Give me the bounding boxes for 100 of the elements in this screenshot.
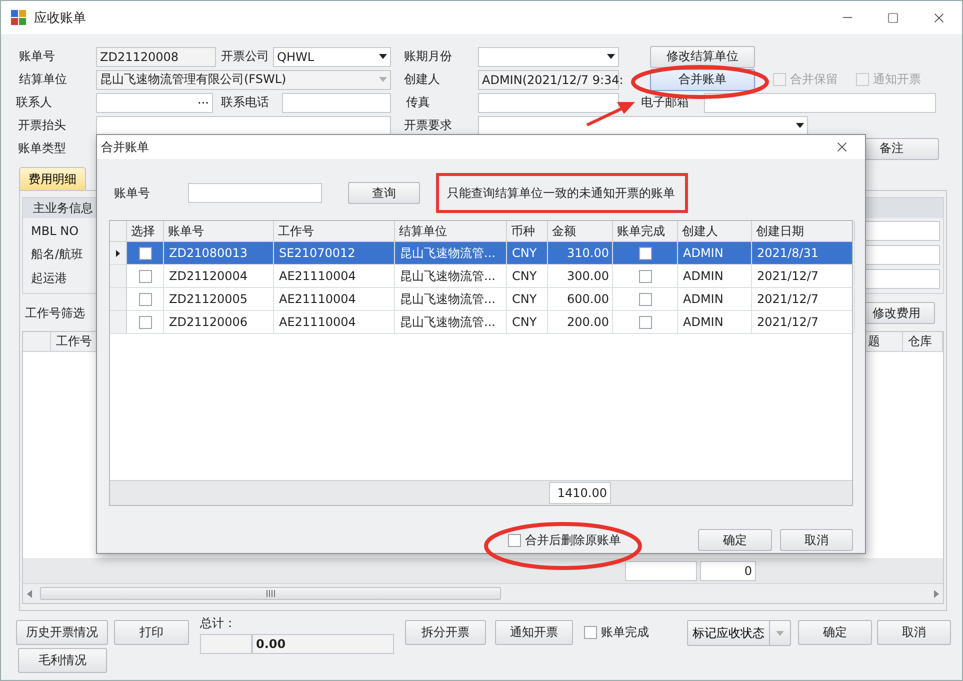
input-field[interactable]	[200, 634, 252, 654]
ok-button[interactable]: 确定	[798, 620, 872, 645]
dropdown-arrow-icon	[776, 630, 784, 636]
column-header: 创建人	[678, 221, 752, 241]
total-field: 1410.00	[549, 482, 611, 504]
table-cell: CNY	[507, 265, 548, 287]
dropdown-arrow-icon	[796, 123, 804, 128]
field-label: 船名/航班	[30, 246, 84, 263]
table-cell: 昆山飞速物流管...	[395, 311, 507, 333]
checkbox[interactable]	[138, 316, 152, 328]
table-cell: 310.00	[548, 242, 613, 264]
scroll-left-icon[interactable]	[27, 590, 32, 598]
field-label: 联系电话	[221, 94, 270, 111]
maximize-icon[interactable]	[887, 12, 899, 24]
mark-status-button[interactable]: 标记应收状态	[688, 621, 770, 645]
input-field[interactable]	[282, 92, 391, 112]
checkbox[interactable]	[638, 246, 652, 260]
column-header: 工作号	[274, 221, 395, 241]
table-row[interactable]: ZD21080013 SE21070012 昆山飞速物流管... CNY 310.00 ADMIN 2021/8/31	[110, 242, 852, 265]
checkbox[interactable]	[638, 270, 652, 282]
input-field[interactable]	[704, 92, 936, 112]
app-icon	[11, 10, 26, 25]
field-label: 开票抬头	[17, 117, 67, 134]
dialog-title: 合并账单	[101, 138, 150, 156]
input-field[interactable]: ···	[96, 92, 213, 112]
table-cell: 200.00	[548, 311, 613, 333]
checkbox[interactable]	[138, 292, 152, 306]
checkbox-label: 账单完成	[601, 624, 649, 641]
window-title: 应收账单	[34, 10, 87, 26]
table-cell: CNY	[507, 242, 548, 264]
query-button[interactable]: 查询	[348, 182, 420, 204]
dropdown-arrow-icon	[379, 77, 387, 82]
dropdown-arrow-icon	[379, 54, 387, 59]
checkbox[interactable]	[508, 534, 521, 546]
table-cell: 2021/12/7	[752, 288, 855, 310]
checkbox[interactable]	[138, 246, 152, 260]
profit-button[interactable]: 毛利情况	[18, 648, 107, 673]
table-row[interactable]: ZD21120006 AE21110004 昆山飞速物流管... CNY 200.00 ADMIN 2021/12/7	[110, 311, 852, 334]
table-cell: 2021/12/7	[752, 265, 855, 287]
dropdown-arrow-icon	[607, 54, 615, 59]
input-field[interactable]: ZD21120008	[96, 46, 216, 66]
checkbox[interactable]	[584, 626, 597, 639]
checkbox-label: 合并保留	[790, 71, 838, 88]
field-label: 联系人	[16, 94, 53, 111]
table-cell: 600.00	[548, 288, 613, 310]
cancel-button[interactable]: 取消	[877, 620, 951, 645]
browse-button[interactable]: ···	[198, 96, 209, 110]
history-button[interactable]: 历史开票情况	[16, 620, 108, 645]
dropdown-field[interactable]	[478, 46, 619, 66]
dropdown-field[interactable]: 昆山飞速物流管理有限公司(FSWL)	[96, 70, 391, 90]
checkbox[interactable]	[138, 270, 152, 282]
table-cell: ADMIN	[678, 265, 752, 287]
checkbox-label: 通知开票	[873, 71, 921, 88]
notify-invoice-button[interactable]: 通知开票	[495, 620, 573, 645]
edit-unit-button[interactable]: 修改结算单位	[650, 46, 755, 68]
table-cell: ADMIN	[678, 242, 752, 264]
table-cell: ZD21080013	[164, 242, 274, 264]
table-cell: ADMIN	[678, 288, 752, 310]
column-header: 金额	[548, 221, 613, 241]
dropdown-field[interactable]	[478, 116, 808, 136]
search-field[interactable]	[188, 183, 322, 203]
field-label: 起运港	[30, 270, 68, 287]
print-button[interactable]: 打印	[114, 620, 189, 645]
total-field: 0.00	[252, 634, 394, 654]
tab[interactable]: 费用明细	[19, 167, 86, 190]
table-cell: AE21110004	[274, 288, 395, 310]
field-label: 开票公司	[221, 48, 270, 65]
field-label: 账单号	[18, 48, 56, 65]
table-cell: 2021/12/7	[752, 311, 855, 333]
checkbox[interactable]	[638, 316, 652, 328]
column-header: 账单号	[164, 221, 274, 241]
ok-button[interactable]: 确定	[698, 529, 772, 551]
column-header: 仓库	[903, 332, 943, 351]
split-invoice-button[interactable]: 拆分开票	[405, 620, 486, 645]
table-row[interactable]: ZD21120005 AE21110004 昆山飞速物流管... CNY 600.00 ADMIN 2021/12/7	[110, 288, 852, 311]
input-field[interactable]	[478, 92, 619, 112]
table-cell: 昆山飞速物流管...	[395, 242, 507, 264]
cancel-button[interactable]: 取消	[780, 529, 853, 551]
column-header: 选择	[127, 221, 164, 241]
table-cell: CNY	[507, 288, 548, 310]
scroll-right-icon[interactable]	[934, 590, 939, 598]
table-cell: ADMIN	[678, 311, 752, 333]
table-cell: ZD21120006	[164, 311, 274, 333]
row-pointer-icon	[116, 250, 120, 256]
field-label: 传真	[406, 94, 431, 111]
scrollbar-thumb[interactable]	[40, 587, 501, 600]
dropdown-field[interactable]: QHWL	[273, 46, 391, 66]
field-label: 账单类型	[17, 140, 67, 157]
table-cell: 300.00	[548, 265, 613, 287]
notice-text: 只能查询结算单位一致的未通知开票的账单	[436, 173, 688, 213]
status-split-button[interactable]: 标记应收状态	[687, 620, 791, 646]
pointer-arrow	[586, 102, 635, 126]
checkbox-label: 合并后删除原账单	[525, 532, 621, 548]
total-label: 总计：	[200, 615, 237, 632]
column-header: 币种	[507, 221, 548, 241]
table-row[interactable]: ZD21120004 AE21110004 昆山飞速物流管... CNY 300.00 ADMIN 2021/12/7	[110, 265, 852, 288]
checkbox[interactable]	[638, 292, 652, 306]
input-field[interactable]	[96, 116, 391, 136]
horizontal-scrollbar[interactable]	[23, 583, 943, 603]
table-cell: ZD21120005	[164, 288, 274, 310]
